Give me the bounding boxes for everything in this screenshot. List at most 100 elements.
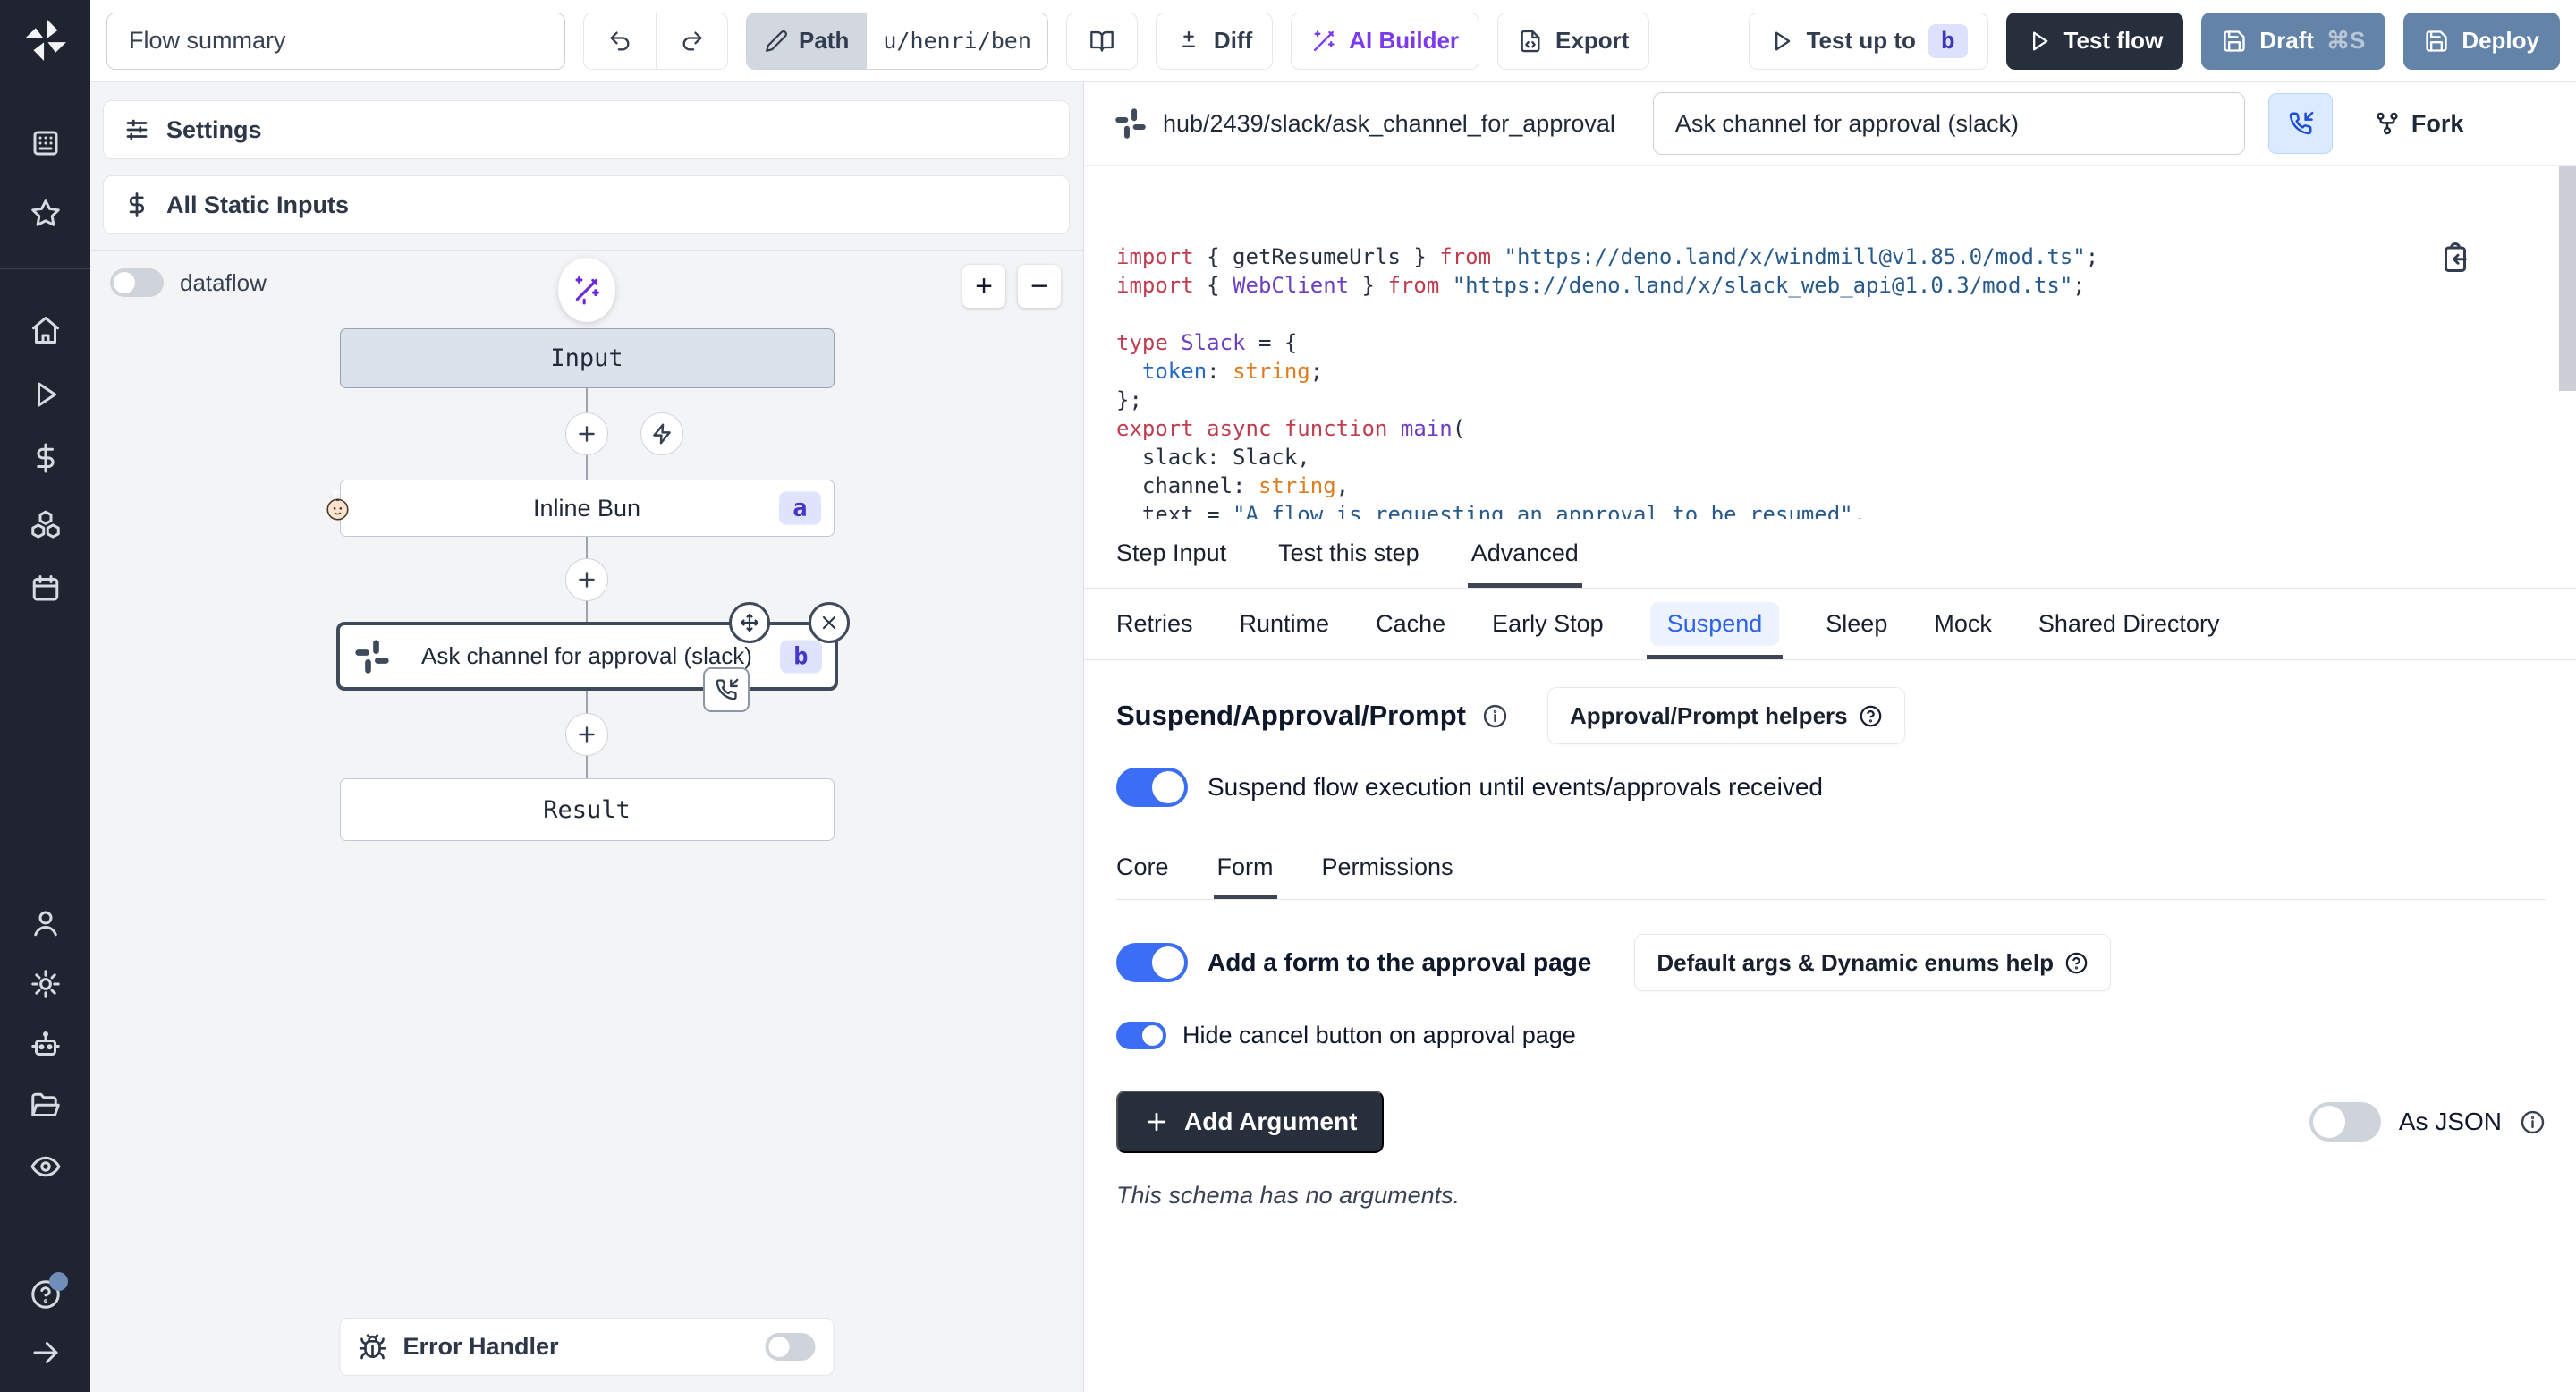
delete-step-button[interactable]: [809, 602, 850, 643]
add-argument-button[interactable]: Add Argument: [1116, 1091, 1384, 1153]
draft-button[interactable]: Draft ⌘S: [2201, 13, 2385, 70]
move-arrows-icon: [739, 612, 760, 633]
move-step-button[interactable]: [729, 602, 770, 643]
flow-summary-input[interactable]: Flow summary: [106, 13, 565, 70]
tab-retries[interactable]: Retries: [1116, 589, 1193, 659]
tab-permissions[interactable]: Permissions: [1322, 836, 1453, 899]
close-icon: [818, 612, 840, 633]
zoom-in-button[interactable]: +: [962, 265, 1005, 308]
home-icon[interactable]: [30, 314, 62, 346]
insert-step-button[interactable]: [565, 713, 608, 756]
step-a-badge: a: [779, 492, 820, 525]
code-editor[interactable]: import { getResumeUrls } from "https://d…: [1084, 166, 2576, 519]
tab-cache[interactable]: Cache: [1376, 589, 1445, 659]
approval-prompt-helpers-button[interactable]: Approval/Prompt helpers: [1547, 687, 1905, 744]
test-flow-label: Test flow: [2064, 27, 2164, 55]
all-static-inputs-label: All Static Inputs: [166, 191, 349, 219]
suspend-toggle-label: Suspend flow execution until events/appr…: [1208, 773, 1823, 802]
audit-eye-icon[interactable]: [30, 1150, 62, 1183]
hide-cancel-toggle[interactable]: [1116, 1022, 1166, 1049]
suspend-section-title: Suspend/Approval/Prompt: [1116, 700, 1466, 732]
folders-icon[interactable]: [30, 1090, 62, 1122]
step-name-input[interactable]: Ask channel for approval (slack): [1653, 92, 2245, 155]
default-args-help-button[interactable]: Default args & Dynamic enums help: [1634, 934, 2111, 991]
users-icon[interactable]: [30, 907, 62, 939]
ai-flow-wand-button[interactable]: [558, 258, 615, 322]
play-icon: [1769, 29, 1794, 54]
git-fork-icon: [2374, 110, 2401, 137]
trigger-button[interactable]: [640, 412, 683, 455]
undo-button[interactable]: [584, 13, 656, 69]
test-up-to-button[interactable]: Test up to b: [1749, 13, 1988, 70]
flow-settings-row[interactable]: Settings: [103, 100, 1070, 159]
windmill-logo[interactable]: [20, 14, 72, 66]
runs-icon[interactable]: [30, 378, 62, 411]
add-form-toggle[interactable]: [1116, 943, 1188, 982]
info-icon[interactable]: [1482, 703, 1508, 729]
settings-label: Settings: [166, 116, 262, 144]
schedules-icon[interactable]: [30, 573, 62, 605]
tab-runtime[interactable]: Runtime: [1240, 589, 1330, 659]
fork-button[interactable]: Fork: [2374, 110, 2464, 138]
app-sidebar: [0, 0, 90, 1392]
save-icon: [2424, 29, 2449, 54]
help-notification-dot: [49, 1272, 68, 1291]
flow-panel-divider: [90, 250, 1083, 251]
variables-icon[interactable]: [30, 442, 62, 474]
insert-step-button[interactable]: [565, 412, 608, 455]
settings-gear-icon[interactable]: [30, 968, 62, 1000]
copy-code-button[interactable]: [2439, 185, 2517, 332]
info-icon[interactable]: [2520, 1109, 2546, 1135]
resources-icon[interactable]: [30, 508, 62, 540]
error-handler-toggle[interactable]: [766, 1333, 816, 1361]
deploy-button[interactable]: Deploy: [2403, 13, 2560, 70]
insert-step-button[interactable]: [565, 558, 608, 601]
tab-test-this-step[interactable]: Test this step: [1278, 519, 1419, 588]
tab-core[interactable]: Core: [1116, 836, 1169, 899]
graph-toolbar: dataflow + −: [103, 261, 1070, 318]
path-button[interactable]: Path u/henri/ben: [746, 13, 1048, 70]
favorites-star-icon[interactable]: [30, 198, 62, 230]
advanced-tabs: Retries Runtime Cache Early Stop Suspend…: [1084, 589, 2576, 660]
step-tabs: Step Input Test this step Advanced: [1084, 519, 2576, 589]
inline-bun-node[interactable]: TS Inline Bun a: [340, 480, 835, 537]
tab-suspend[interactable]: Suspend: [1650, 589, 1780, 659]
scrollbar-thumb[interactable]: [2559, 166, 2576, 391]
tab-form[interactable]: Form: [1217, 836, 1274, 899]
error-handler-row[interactable]: Error Handler: [340, 1318, 835, 1376]
workspace-icon[interactable]: [30, 127, 62, 159]
all-static-inputs-row[interactable]: All Static Inputs: [103, 175, 1070, 234]
ask-channel-node-selected[interactable]: Ask channel for approval (slack) b: [336, 622, 838, 691]
as-json-toggle[interactable]: [2309, 1102, 2381, 1142]
suspend-execution-toggle[interactable]: [1116, 768, 1188, 807]
diff-button[interactable]: Diff: [1156, 13, 1273, 70]
deploy-label: Deploy: [2462, 27, 2539, 55]
test-flow-button[interactable]: Test flow: [2006, 13, 2184, 70]
dataflow-toggle[interactable]: [110, 268, 164, 297]
tab-early-stop[interactable]: Early Stop: [1492, 589, 1604, 659]
zoom-out-button[interactable]: −: [1018, 265, 1061, 308]
test-up-to-label: Test up to: [1807, 27, 1916, 55]
tab-advanced[interactable]: Advanced: [1471, 519, 1579, 588]
redo-button[interactable]: [656, 13, 727, 69]
workers-bot-icon[interactable]: [30, 1029, 62, 1061]
docs-button[interactable]: [1066, 13, 1138, 70]
top-toolbar: Flow summary Path u/henri/ben Diff AI Bu…: [90, 0, 2576, 82]
tab-shared-directory[interactable]: Shared Directory: [2038, 589, 2220, 659]
approval-phone-button[interactable]: [2268, 93, 2333, 154]
draft-shortcut: ⌘S: [2326, 27, 2365, 55]
export-button[interactable]: Export: [1497, 13, 1649, 70]
help-icon[interactable]: [30, 1278, 62, 1311]
plus-icon: [575, 568, 598, 591]
empty-schema-note: This schema has no arguments.: [1116, 1182, 2546, 1210]
flow-editor-panel: Settings All Static Inputs dataflow + − …: [90, 82, 1084, 1392]
ai-builder-button[interactable]: AI Builder: [1291, 13, 1479, 70]
hub-script-path[interactable]: hub/2439/slack/ask_channel_for_approval: [1163, 110, 1615, 138]
tab-mock[interactable]: Mock: [1934, 589, 1992, 659]
tab-sleep[interactable]: Sleep: [1826, 589, 1887, 659]
expand-sidebar-arrow-icon[interactable]: [30, 1337, 62, 1369]
input-node-label: Input: [550, 344, 623, 372]
tab-step-input[interactable]: Step Input: [1116, 519, 1226, 588]
flow-input-node[interactable]: Input: [340, 328, 835, 388]
flow-result-node[interactable]: Result: [340, 778, 835, 841]
